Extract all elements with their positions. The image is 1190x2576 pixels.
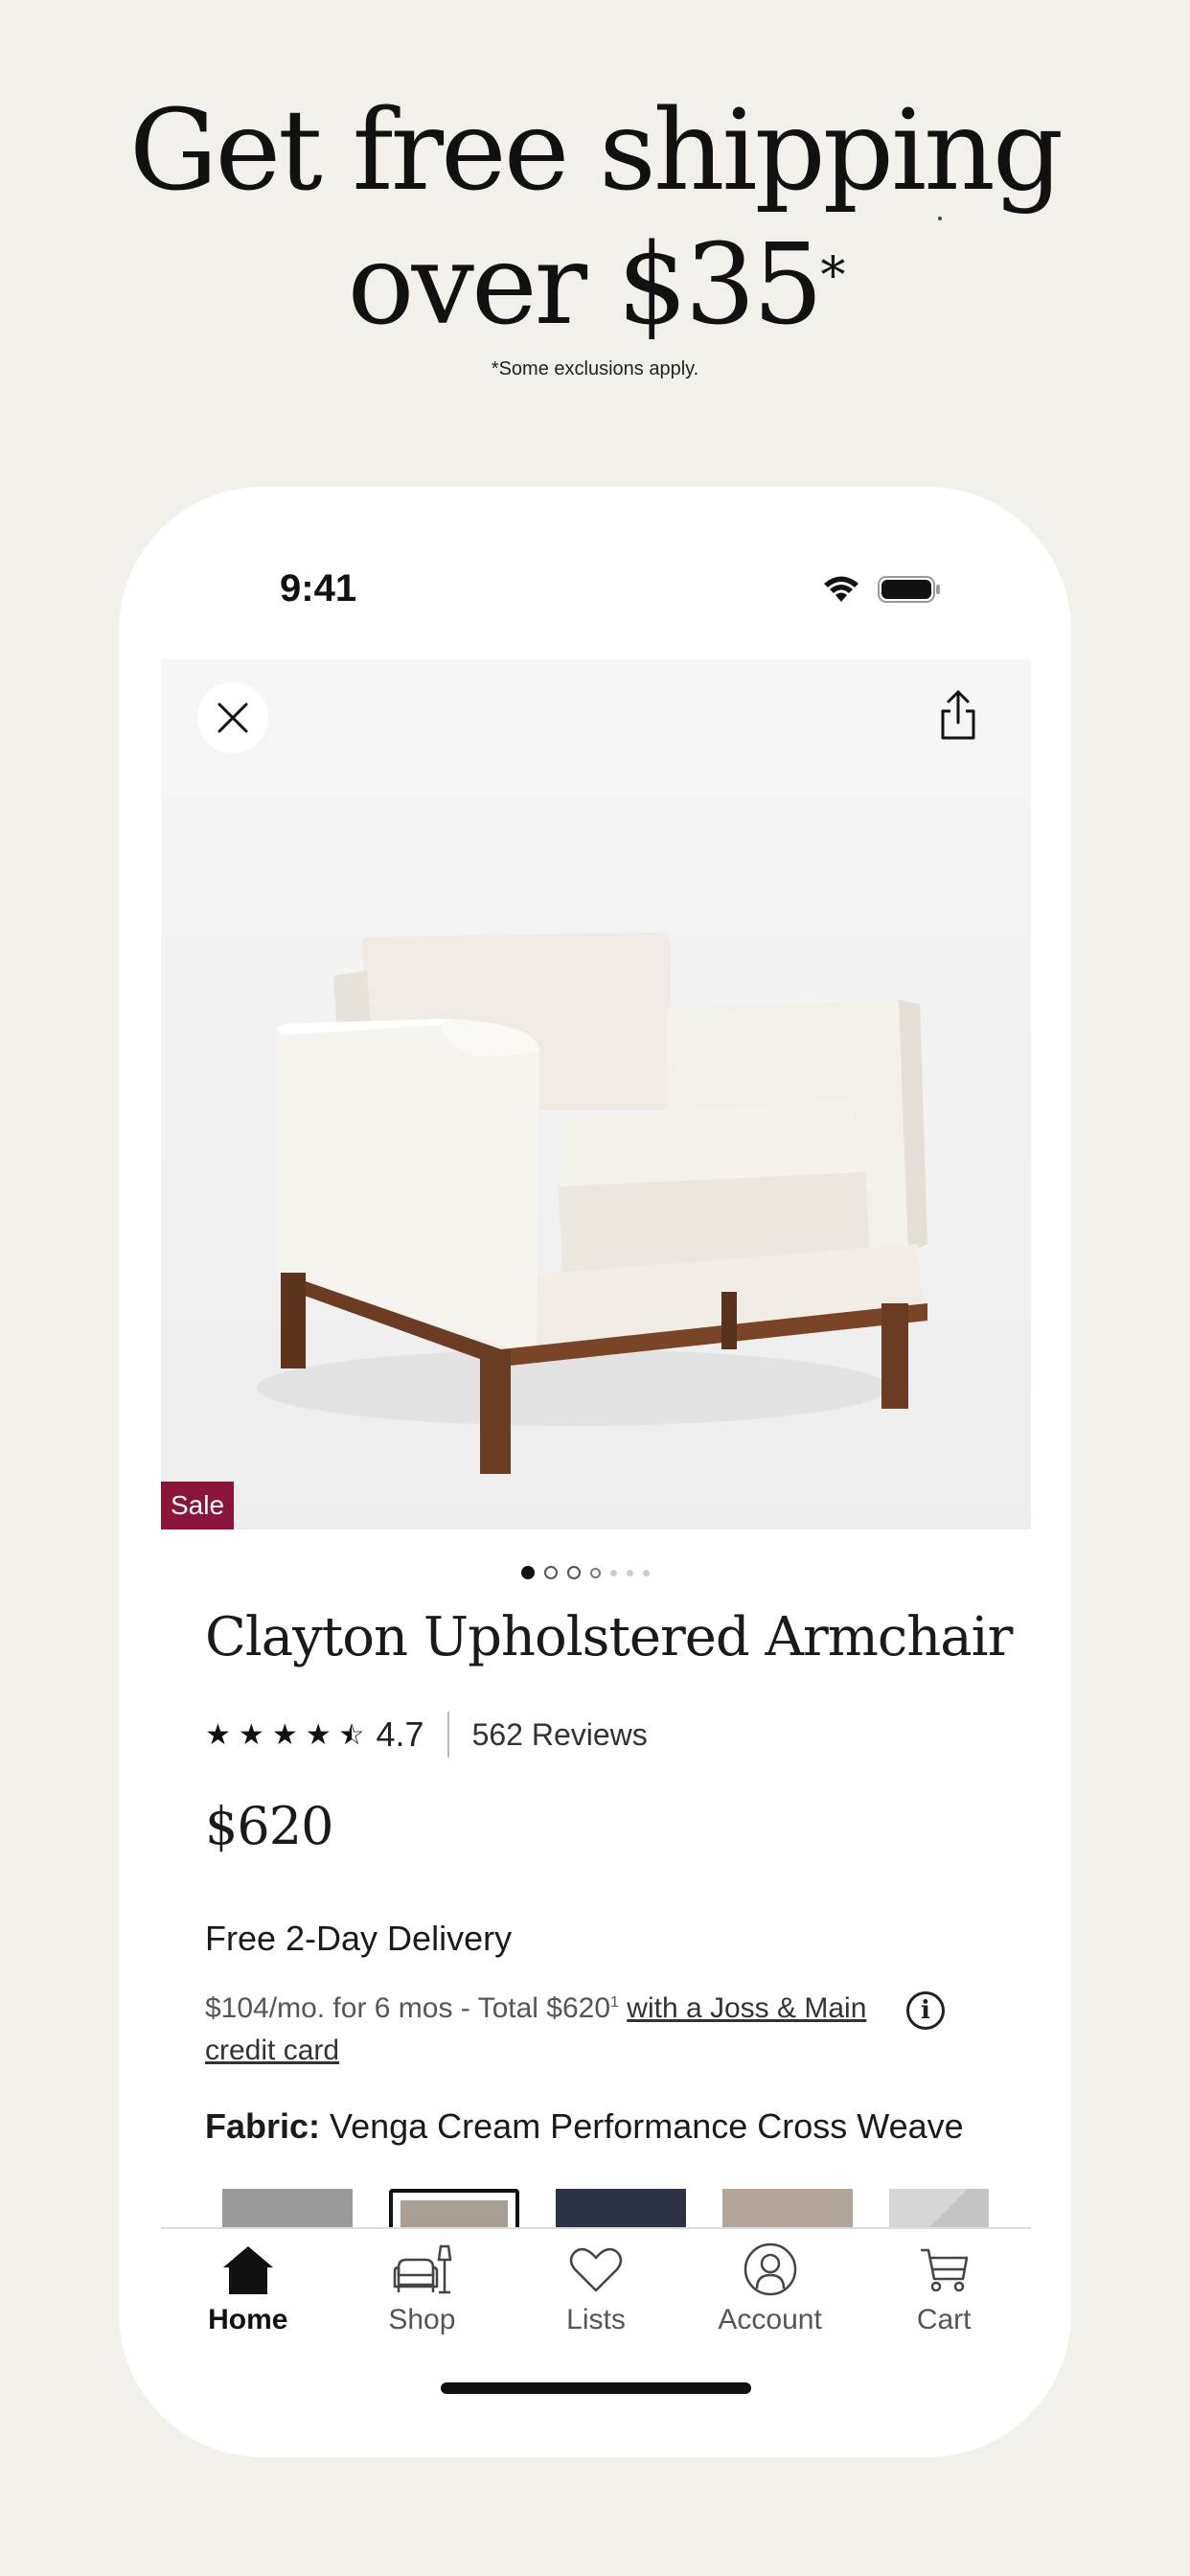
rating-divider	[446, 1712, 449, 1758]
pagination-dot[interactable]	[643, 1569, 650, 1576]
promo-note: *Some exclusions apply.	[491, 358, 699, 380]
sofa-lamp-icon	[394, 2244, 452, 2294]
promo-headline-line2-text: over $35	[347, 220, 824, 350]
tab-shop[interactable]: Shop	[335, 2229, 510, 2344]
share-button[interactable]	[935, 688, 981, 742]
financing-info: $104/mo. for 6 mos - Total $6201 with a …	[205, 1988, 914, 2072]
image-pagination[interactable]	[521, 1566, 650, 1579]
fabric-label: Fabric:	[205, 2106, 321, 2146]
tab-lists[interactable]: Lists	[509, 2229, 683, 2344]
tab-label: Account	[718, 2304, 822, 2335]
heart-icon	[569, 2247, 623, 2292]
product-price: $620	[205, 1796, 333, 1856]
pagination-dot[interactable]	[544, 1566, 558, 1579]
sale-badge: Sale	[161, 1482, 234, 1530]
promo-asterisk: *	[820, 247, 845, 305]
financing-text: $104/mo. for 6 mos - Total $620	[205, 1992, 611, 2024]
armchair-image	[257, 932, 927, 1474]
tab-account[interactable]: Account	[683, 2229, 858, 2344]
fabric-selection: Fabric: Venga Cream Performance Cross We…	[205, 2106, 964, 2147]
account-icon	[744, 2242, 796, 2296]
bottom-tab-bar: Home Shop Lists Account Cart	[161, 2227, 1031, 2344]
pagination-dot[interactable]	[627, 1569, 633, 1576]
close-button[interactable]	[197, 682, 268, 753]
promo-dot	[938, 217, 942, 220]
product-image[interactable]: Sale	[161, 659, 1031, 1530]
tab-label: Lists	[566, 2304, 626, 2335]
promo-headline: Get free shipping over $35*	[0, 84, 1190, 353]
tab-label: Shop	[388, 2304, 456, 2335]
tab-cart[interactable]: Cart	[857, 2229, 1031, 2344]
star-icon: ★	[205, 1718, 231, 1751]
tab-home[interactable]: Home	[161, 2229, 335, 2344]
delivery-info: Free 2-Day Delivery	[205, 1919, 513, 1958]
fabric-value: Venga Cream Performance Cross Weave	[330, 2106, 964, 2146]
star-icon: ★	[305, 1718, 332, 1751]
share-icon	[941, 690, 975, 740]
rating-row[interactable]: ★ ★ ★ ★ ☆★ 4.7 562 Reviews	[205, 1712, 648, 1758]
promo-headline-line2: over $35*	[0, 218, 1190, 353]
pagination-dot[interactable]	[567, 1566, 581, 1579]
home-indicator	[441, 2382, 751, 2394]
wifi-icon	[824, 576, 858, 602]
rating-stars: ★ ★ ★ ★ ☆★	[205, 1718, 365, 1752]
product-title: Clayton Upholstered Armchair	[205, 1606, 1013, 1668]
status-icons	[822, 575, 941, 604]
pagination-dot[interactable]	[521, 1566, 535, 1579]
pagination-dot[interactable]	[610, 1569, 617, 1576]
close-icon	[217, 702, 248, 733]
home-icon	[222, 2246, 273, 2294]
battery-icon	[878, 576, 940, 603]
reviews-link[interactable]: 562 Reviews	[472, 1717, 648, 1753]
promo-headline-line1: Get free shipping	[128, 86, 1064, 216]
cart-icon	[921, 2248, 969, 2292]
rating-value: 4.7	[376, 1714, 424, 1754]
info-icon[interactable]: i	[906, 1991, 945, 2030]
half-star-icon: ☆★	[338, 1718, 365, 1751]
tab-label: Home	[208, 2304, 288, 2335]
phone-frame: 9:41 Sale Clayton Upholstered Armchair ★…	[119, 487, 1071, 2457]
status-time: 9:41	[280, 567, 357, 610]
tab-label: Cart	[916, 2304, 972, 2335]
financing-footnote: 1	[610, 1994, 619, 2011]
star-icon: ★	[238, 1718, 264, 1751]
pagination-dot[interactable]	[590, 1567, 601, 1578]
star-icon: ★	[271, 1718, 298, 1751]
